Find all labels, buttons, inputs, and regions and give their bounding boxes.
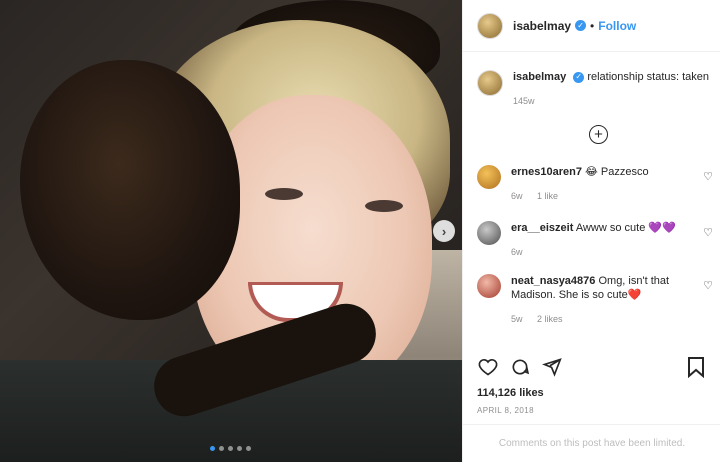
post-actions: [477, 356, 573, 378]
comment-item: ernes10aren7 😂 Pazzesco 6w 1 like ♡: [477, 165, 720, 203]
verified-badge-icon: ✓: [573, 71, 585, 83]
comment-text: Awww so cute 💜💜: [575, 222, 676, 234]
avatar[interactable]: [477, 274, 501, 298]
carousel-next-button[interactable]: ›: [433, 220, 455, 242]
comment-time: 5w: [511, 314, 523, 324]
carousel-dot: [246, 446, 251, 451]
monkey-body: [20, 60, 240, 320]
comment-time: 6w: [511, 191, 523, 201]
post-side-panel: isabelmay ✓ • Follow isabelmay ✓ relatio…: [462, 0, 720, 462]
comments-list[interactable]: isabelmay ✓ relationship status: taken 1…: [463, 52, 720, 344]
comment-likes[interactable]: 2 likes: [537, 314, 563, 324]
avatar[interactable]: [477, 70, 503, 96]
carousel-dot: [237, 446, 242, 451]
header-separator: •: [590, 18, 595, 33]
carousel-dots: [210, 446, 251, 451]
follow-button[interactable]: Follow: [598, 19, 636, 33]
header-username[interactable]: isabelmay: [513, 19, 571, 33]
carousel-dot: [210, 446, 215, 451]
bookmark-icon[interactable]: [686, 356, 708, 379]
like-icon[interactable]: [477, 356, 499, 378]
comment-icon[interactable]: [509, 356, 531, 378]
comment-username[interactable]: neat_nasya4876: [511, 275, 595, 287]
comment-text: 😂 Pazzesco: [585, 166, 649, 178]
post-photo[interactable]: ›: [0, 0, 462, 462]
heart-icon[interactable]: ♡: [703, 226, 713, 239]
comment-item: era__eiszeit Awww so cute 💜💜 6w ♡: [477, 221, 720, 259]
comments-limited-notice: Comments on this post have been limited.: [463, 424, 720, 462]
avatar[interactable]: [477, 221, 501, 245]
comment-likes[interactable]: 1 like: [537, 191, 558, 201]
comment-username[interactable]: era__eiszeit: [511, 222, 573, 234]
carousel-dot: [219, 446, 224, 451]
caption-time: 145w: [513, 96, 535, 106]
comment-item: neat_nasya4876 Omg, isn't that Madison. …: [477, 274, 720, 326]
right-eye: [365, 200, 403, 212]
avatar[interactable]: [477, 12, 503, 39]
load-more-comments-icon[interactable]: +: [589, 125, 608, 144]
likes-count[interactable]: 114,126 likes: [477, 387, 544, 399]
caption-text: relationship status: taken: [587, 71, 710, 83]
heart-icon[interactable]: ♡: [703, 279, 713, 292]
carousel-dot: [228, 446, 233, 451]
comment-time: 6w: [511, 247, 523, 257]
share-icon[interactable]: [541, 356, 563, 378]
left-eye: [265, 188, 303, 200]
caption-username[interactable]: isabelmay: [513, 71, 566, 83]
verified-badge-icon: ✓: [575, 20, 587, 31]
heart-icon[interactable]: ♡: [703, 170, 713, 183]
post-caption: isabelmay ✓ relationship status: taken 1…: [477, 70, 713, 108]
avatar[interactable]: [477, 165, 501, 189]
post-date: APRIL 8, 2018: [477, 406, 534, 415]
comment-username[interactable]: ernes10aren7: [511, 166, 582, 178]
post-header: isabelmay ✓ • Follow: [463, 0, 720, 52]
